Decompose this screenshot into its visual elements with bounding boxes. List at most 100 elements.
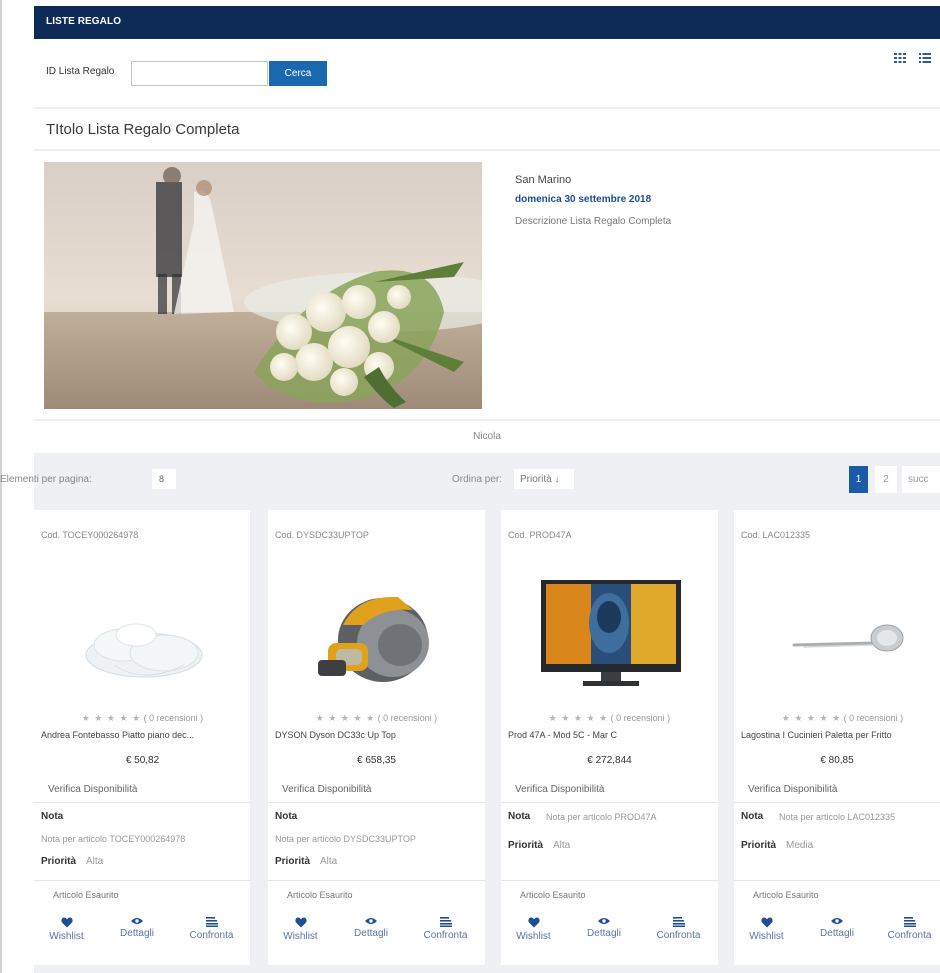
note-text: Nota per articolo TOCEY000264978 — [41, 834, 186, 844]
main-content: ID Lista Regalo Cerca TItolo Lista Regal… — [0, 39, 940, 973]
pagination-page-1[interactable]: 1 — [849, 466, 868, 493]
details-button[interactable]: Dettagli — [112, 917, 162, 939]
wishlist-button[interactable]: Wishlist — [278, 917, 323, 942]
card-divider — [34, 802, 251, 803]
details-label: Dettagli — [354, 928, 388, 939]
star-rating-icon: ★ ★ ★ ★ ★ — [81, 713, 142, 723]
review-count[interactable]: ( 0 recensioni ) — [611, 713, 671, 723]
stock-status: Articolo Esaurito — [520, 890, 586, 900]
gift-list-title: TItolo Lista Regalo Completa — [46, 121, 240, 138]
check-availability-link[interactable]: Verifica Disponibilità — [515, 784, 605, 795]
compare-button[interactable]: Confronta — [651, 917, 706, 941]
eye-icon — [598, 918, 610, 924]
product-image-plates[interactable] — [54, 565, 234, 715]
stock-status: Articolo Esaurito — [287, 890, 353, 900]
compare-icon — [205, 917, 218, 927]
note-text: Nota per articolo DYSDC33UPTOP — [275, 834, 416, 844]
gift-list-id-input[interactable] — [131, 61, 268, 86]
note-label: Nota — [508, 811, 531, 822]
list-owner: Nicola — [473, 431, 501, 442]
list-date: domenica 30 settembre 2018 — [515, 194, 652, 205]
check-availability-link[interactable]: Verifica Disponibilità — [48, 784, 138, 795]
priority-label: Priorità — [275, 856, 311, 867]
search-button[interactable]: Cerca — [269, 61, 327, 86]
list-location: San Marino — [515, 174, 572, 186]
wishlist-label: Wishlist — [283, 931, 318, 942]
compare-label: Confronta — [423, 930, 468, 941]
wishlist-label: Wishlist — [49, 931, 84, 942]
product-image-tv[interactable] — [521, 565, 701, 715]
compare-icon — [903, 917, 916, 927]
list-description: Descrizione Lista Regalo Completa — [515, 216, 672, 227]
card-divider — [734, 802, 940, 803]
wishlist-label: Wishlist — [749, 931, 784, 942]
sort-select[interactable]: Priorità ↓ — [514, 469, 574, 489]
compare-button[interactable]: Confronta — [882, 917, 937, 941]
card-actions: Wishlist Dettagli Confronta — [34, 917, 251, 957]
priority-label: Priorità — [508, 840, 544, 851]
section-title-bar: LISTE REGALO — [34, 6, 940, 39]
card-divider — [34, 880, 251, 881]
wishlist-button[interactable]: Wishlist — [511, 917, 556, 942]
details-label: Dettagli — [120, 928, 154, 939]
wedding-photo — [44, 162, 482, 409]
stock-status: Articolo Esaurito — [753, 890, 819, 900]
product-price: € 658,35 — [357, 755, 396, 766]
heart-icon — [527, 917, 540, 928]
card-actions: Wishlist Dettagli Confronta — [268, 917, 485, 957]
compare-label: Confronta — [887, 930, 932, 941]
product-card: Cod. LAC012335 ★ ★ ★ ★ ★ ( 0 recensioni … — [734, 510, 940, 965]
note-text: Nota per articolo LAC012335 — [779, 812, 896, 822]
priority-value: Alta — [553, 840, 571, 851]
per-page-select[interactable]: 8 — [152, 469, 176, 489]
product-image-vacuum[interactable] — [288, 565, 468, 715]
card-actions: Wishlist Dettagli Confronta — [734, 917, 940, 957]
product-name[interactable]: Lagostina I Cucinieri Paletta per Fritto — [741, 730, 939, 740]
details-button[interactable]: Dettagli — [812, 917, 862, 939]
list-title-panel: TItolo Lista Regalo Completa — [34, 109, 940, 149]
pagination-next[interactable]: succ — [902, 466, 940, 493]
priority-value: Alta — [320, 856, 338, 867]
compare-button[interactable]: Confronta — [418, 917, 473, 941]
sort-label: Ordina per: — [452, 474, 503, 485]
compare-icon — [439, 917, 452, 927]
gift-list-page: LISTE REGALO ID Lista Regalo Cerca TItol… — [0, 0, 940, 973]
wishlist-label: Wishlist — [516, 931, 551, 942]
details-button[interactable]: Dettagli — [346, 917, 396, 939]
search-panel: ID Lista Regalo Cerca — [34, 39, 940, 107]
eye-icon — [831, 918, 843, 924]
list-view-icon[interactable] — [919, 53, 931, 63]
note-label: Nota — [741, 811, 764, 822]
eye-icon — [131, 918, 143, 924]
grid-view-icon[interactable] — [894, 53, 906, 63]
product-name[interactable]: Prod 47A - Mod 5C - Mar C — [508, 730, 714, 740]
compare-button[interactable]: Confronta — [184, 917, 239, 941]
heart-icon — [294, 917, 307, 928]
priority-value: Media — [786, 840, 814, 851]
product-image-skimmer[interactable] — [754, 565, 934, 715]
check-availability-link[interactable]: Verifica Disponibilità — [748, 784, 838, 795]
review-count[interactable]: ( 0 recensioni ) — [844, 713, 904, 723]
per-page-label: Elementi per pagina: — [0, 474, 92, 485]
heart-icon — [60, 917, 73, 928]
review-count[interactable]: ( 0 recensioni ) — [144, 713, 204, 723]
stock-status: Articolo Esaurito — [53, 890, 119, 900]
pagination-page-2[interactable]: 2 — [875, 466, 897, 493]
product-code: Cod. PROD47A — [508, 530, 572, 540]
eye-icon — [365, 918, 377, 924]
details-label: Dettagli — [820, 928, 854, 939]
product-card: Cod. PROD47A ★ ★ ★ ★ ★ ( 0 recensioni ) … — [501, 510, 718, 965]
product-name[interactable]: Andrea Fontebasso Piatto piano dec... — [41, 730, 247, 740]
card-divider — [734, 880, 940, 881]
check-availability-link[interactable]: Verifica Disponibilità — [282, 784, 372, 795]
product-price: € 272,844 — [587, 755, 632, 766]
card-divider — [501, 802, 718, 803]
compare-label: Confronta — [189, 930, 234, 941]
wishlist-button[interactable]: Wishlist — [744, 917, 789, 942]
details-button[interactable]: Dettagli — [579, 917, 629, 939]
wishlist-button[interactable]: Wishlist — [44, 917, 89, 942]
review-count[interactable]: ( 0 recensioni ) — [378, 713, 438, 723]
owner-panel: Nicola — [34, 421, 940, 453]
product-name[interactable]: DYSON Dyson DC33c Up Top — [275, 730, 481, 740]
note-label: Nota — [275, 811, 298, 822]
